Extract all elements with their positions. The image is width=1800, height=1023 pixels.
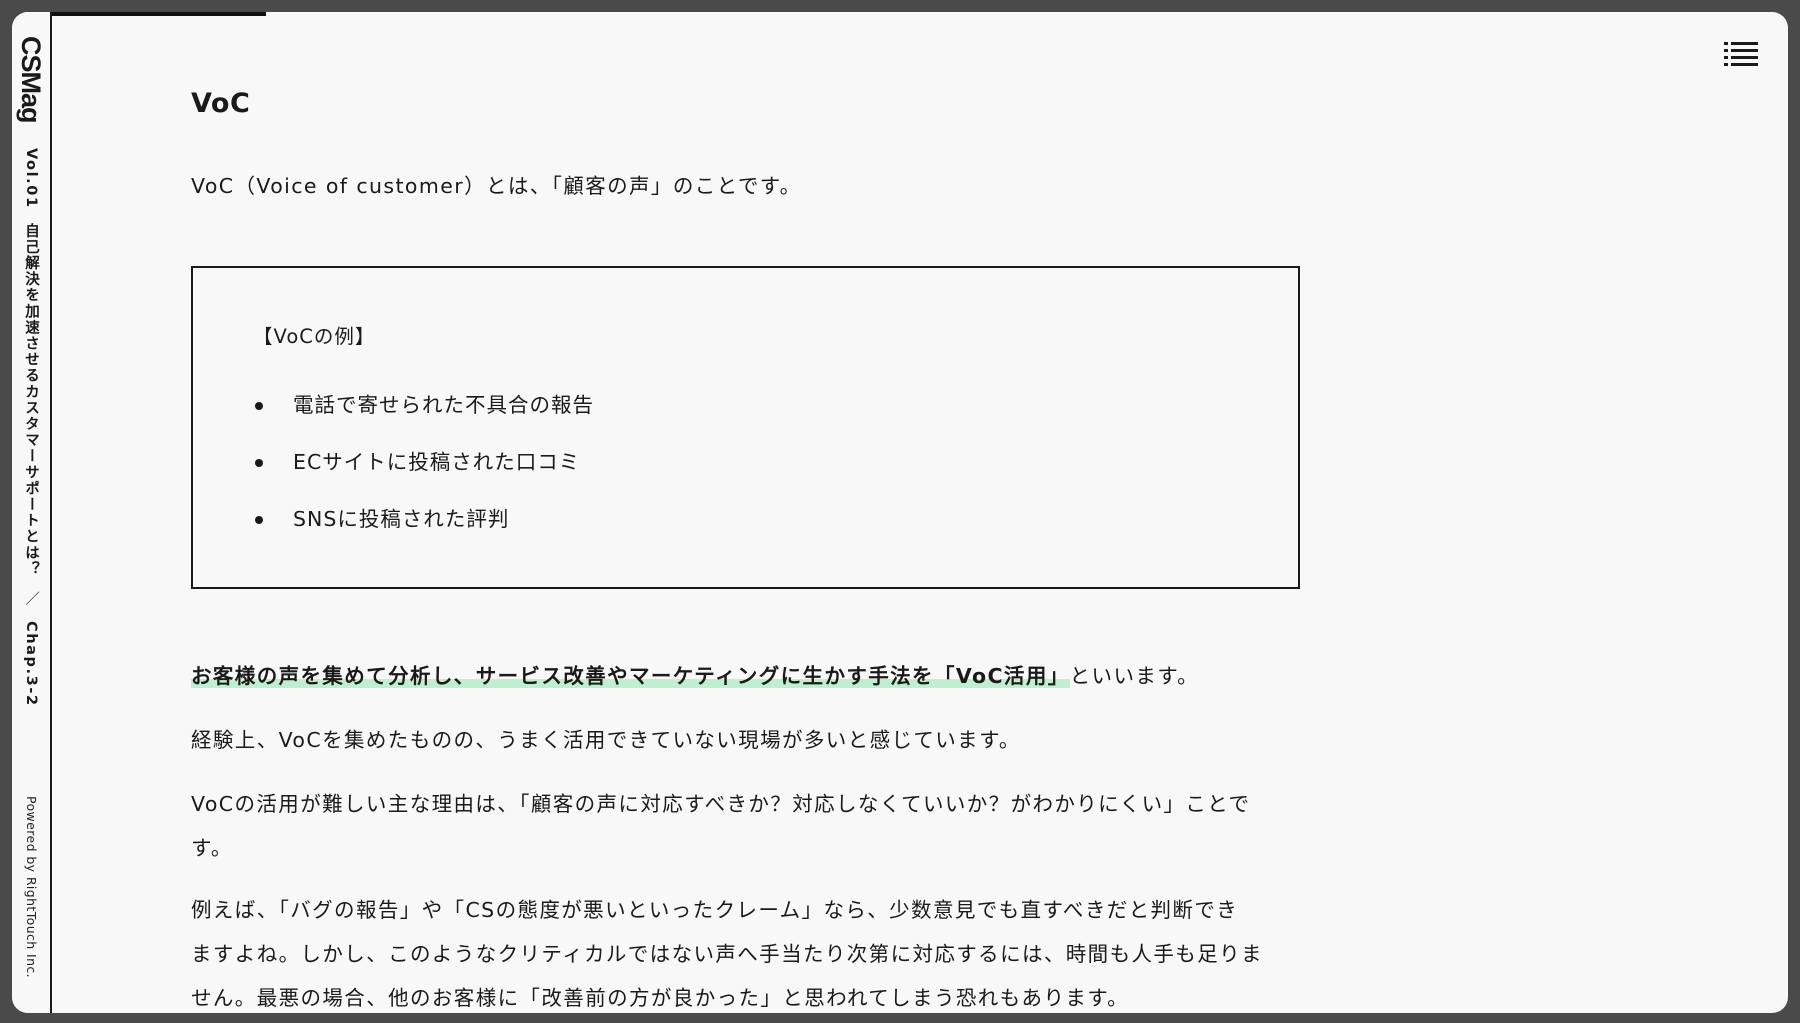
example-box-title: 【VoCの例】 <box>253 325 376 348</box>
intro-paragraph: VoC（Voice of customer）とは、「顧客の声」のことです。 <box>191 174 802 198</box>
paragraph-3-line: VoCの活用が難しい主な理由は、「顧客の声に対応すべきか？対応しなくていいか？が… <box>191 792 1251 816</box>
hamburger-icon <box>1724 42 1758 66</box>
paragraph-4-line: ますよね。しかし、このようなクリティカルではない声へ手当たり次第に対応するには、… <box>191 942 1263 966</box>
issue-title: 自己解決を加速させるカスタマーサポートとは？ <box>23 222 39 577</box>
highlighted-text: お客様の声を集めて分析し、サービス改善やマーケティングに生かす手法を「VoC活用… <box>191 664 1070 688</box>
list-item: SNSに投稿された評判 <box>253 504 594 561</box>
section-heading: VoC <box>191 88 251 119</box>
paragraph-4: 例えば、「バグの報告」や「CSの態度が悪いといったクレーム」なら、少数意見でも直… <box>191 888 1306 1013</box>
sidebar: CSMag Vol.01 自己解決を加速させるカスタマーサポートとは？ ／ Ch… <box>12 12 52 1013</box>
paragraph-4-line: 例えば、「バグの報告」や「CSの態度が悪いといったクレーム」なら、少数意見でも直… <box>191 898 1239 922</box>
paragraph-4-line: せん。最悪の場合、他のお客様に「改善前の方が良かった」と思われてしまう恐れもあり… <box>191 986 1130 1010</box>
example-box: 【VoCの例】 電話で寄せられた不具合の報告 ECサイトに投稿された口コミ SN… <box>191 266 1300 589</box>
chapter-label: Chap.3-2 <box>23 620 39 707</box>
powered-by-label: Powered by RightTouch Inc. <box>24 796 39 979</box>
highlight-suffix: といいます。 <box>1069 664 1199 688</box>
site-logo[interactable]: CSMag <box>12 36 50 123</box>
voc-definition-paragraph: お客様の声を集めて分析し、サービス改善やマーケティングに生かす手法を「VoC活用… <box>191 654 1306 698</box>
menu-button[interactable] <box>1724 40 1758 68</box>
issue-info: Vol.01 自己解決を加速させるカスタマーサポートとは？ ／ Chap.3-2 <box>12 148 50 707</box>
paragraph-2: 経験上、VoCを集めたものの、うまく活用できていない現場が多いと感じています。 <box>191 728 1021 752</box>
paragraph-3-line: す。 <box>191 836 233 860</box>
list-item: 電話で寄せられた不具合の報告 <box>253 390 594 447</box>
list-item: ECサイトに投稿された口コミ <box>253 447 594 504</box>
example-list: 電話で寄せられた不具合の報告 ECサイトに投稿された口コミ SNSに投稿された評… <box>253 390 594 561</box>
paragraph-3: VoCの活用が難しい主な理由は、「顧客の声に対応すべきか？対応しなくていいか？が… <box>191 782 1306 870</box>
app-frame: CSMag Vol.01 自己解決を加速させるカスタマーサポートとは？ ／ Ch… <box>12 12 1788 1013</box>
issue-separator: ／ <box>23 590 39 607</box>
volume-label: Vol.01 <box>23 148 39 209</box>
reading-progress-bar <box>52 12 266 16</box>
